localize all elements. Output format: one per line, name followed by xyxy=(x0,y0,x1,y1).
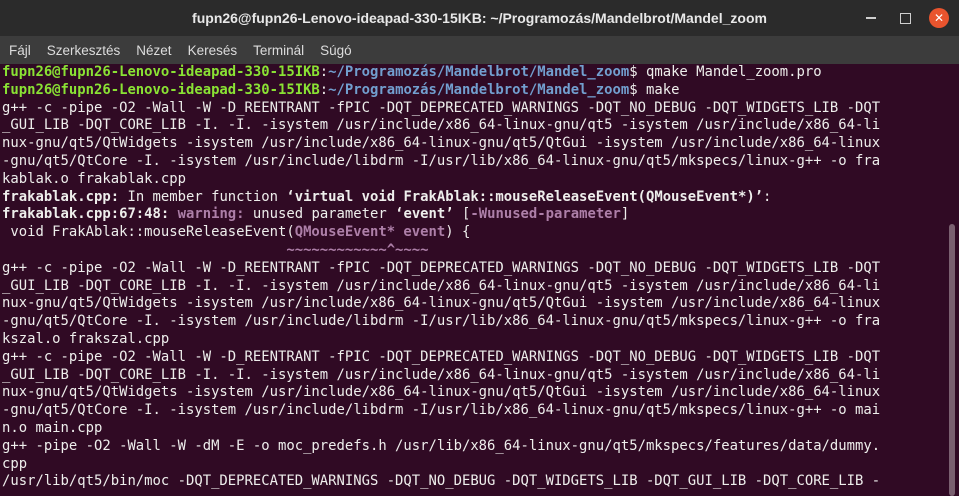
output-line: -gnu/qt5/QtCore -I. -isystem /usr/includ… xyxy=(2,152,881,169)
output-line: nux-gnu/qt5/QtWidgets -isystem /usr/incl… xyxy=(2,384,881,401)
menu-help[interactable]: Súgó xyxy=(311,43,359,58)
message-end: : xyxy=(763,188,772,205)
scrollbar[interactable] xyxy=(946,64,959,496)
output-line: kszal.o frakszal.cpp xyxy=(2,330,170,347)
warning-flag-close: ] xyxy=(620,206,630,223)
title-bar: fupn26@fupn26-Lenovo-ideapad-330-15IKB: … xyxy=(0,0,959,36)
prompt-userhost: fupn26@fupn26-Lenovo-ideapad-330-15IKB xyxy=(2,81,320,98)
output-line: nux-gnu/qt5/QtWidgets -isystem /usr/incl… xyxy=(2,295,881,312)
menu-edit[interactable]: Szerkesztés xyxy=(38,43,128,58)
output-line: g++ -c -pipe -O2 -Wall -W -D_REENTRANT -… xyxy=(2,99,881,116)
prompt-line: fupn26@fupn26-Lenovo-ideapad-330-15IKB:~… xyxy=(0,82,946,100)
menu-terminal[interactable]: Terminál xyxy=(244,43,311,58)
output-line: g++ -c -pipe -O2 -Wall -W -D_REENTRANT -… xyxy=(2,259,881,276)
source-pre: void FrakAblak::mouseReleaseEvent( xyxy=(2,224,295,241)
minimize-icon xyxy=(866,17,876,19)
output-line: kablak.o frakablak.cpp xyxy=(2,170,186,187)
warning-param: ‘event’ xyxy=(395,206,454,223)
terminal-output[interactable]: fupn26@fupn26-Lenovo-ideapad-330-15IKB:~… xyxy=(0,64,946,496)
prompt-userhost: fupn26@fupn26-Lenovo-ideapad-330-15IKB xyxy=(2,64,320,80)
window-title: fupn26@fupn26-Lenovo-ideapad-330-15IKB: … xyxy=(192,10,767,26)
output-line: n.o main.cpp xyxy=(2,419,103,436)
menu-file[interactable]: Fájl xyxy=(0,43,38,58)
caret-marker: ~~~~~~~~~~~~^~~~~ xyxy=(286,241,429,258)
warning-label: warning: xyxy=(169,206,245,223)
warning-flag: -Wunused-parameter xyxy=(470,206,621,223)
message-file: frakablak.cpp: xyxy=(2,188,120,205)
prompt-line: fupn26@fupn26-Lenovo-ideapad-330-15IKB:~… xyxy=(0,64,946,82)
output-line: /usr/lib/qt5/bin/moc -DQT_DEPRECATED_WAR… xyxy=(2,473,881,490)
source-highlight: QMouseEvent* event xyxy=(294,224,446,241)
command-text: $ qmake Mandel_zoom.pro xyxy=(629,64,822,80)
prompt-path: ~/Programozás/Mandelbrot/Mandel_zoom xyxy=(328,81,630,98)
message-function: ‘virtual void FrakAblak::mouseReleaseEve… xyxy=(286,188,764,205)
prompt-colon: : xyxy=(319,81,329,98)
prompt-colon: : xyxy=(319,64,329,80)
warning-flag-open: [ xyxy=(453,206,471,223)
warning-location: frakablak.cpp:67:48: xyxy=(2,206,170,223)
close-icon: ✕ xyxy=(933,11,945,25)
scrollbar-thumb[interactable] xyxy=(949,224,955,496)
source-line: void FrakAblak::mouseReleaseEvent(QMouse… xyxy=(0,224,946,242)
menu-view[interactable]: Nézet xyxy=(127,43,178,58)
menu-search[interactable]: Keresés xyxy=(179,43,245,58)
output-line: nux-gnu/qt5/QtWidgets -isystem /usr/incl… xyxy=(2,135,881,152)
output-line: g++ -c -pipe -O2 -Wall -W -D_REENTRANT -… xyxy=(2,348,881,365)
message-text: In member function xyxy=(119,188,287,205)
output-line: g++ -pipe -O2 -Wall -W -dM -E -o moc_pre… xyxy=(2,437,881,454)
caret-line: ~~~~~~~~~~~~^~~~~ xyxy=(0,242,946,260)
compiler-message: frakablak.cpp: In member function ‘virtu… xyxy=(0,189,946,207)
prompt-path: ~/Programozás/Mandelbrot/Mandel_zoom xyxy=(328,64,630,80)
compiler-warning: frakablak.cpp:67:48: warning: unused par… xyxy=(0,206,946,224)
output-line: _GUI_LIB -DQT_CORE_LIB -I. -I. -isystem … xyxy=(2,277,881,294)
output-line: _GUI_LIB -DQT_CORE_LIB -I. -I. -isystem … xyxy=(2,366,881,383)
maximize-button[interactable] xyxy=(895,8,915,28)
output-line: -gnu/qt5/QtCore -I. -isystem /usr/includ… xyxy=(2,402,881,419)
minimize-button[interactable] xyxy=(861,8,881,28)
output-line: cpp xyxy=(2,455,28,472)
output-line: -gnu/qt5/QtCore -I. -isystem /usr/includ… xyxy=(2,313,881,330)
warning-text: unused parameter xyxy=(244,206,396,223)
output-line: _GUI_LIB -DQT_CORE_LIB -I. -I. -isystem … xyxy=(2,117,881,134)
menu-bar: Fájl Szerkesztés Nézet Keresés Terminál … xyxy=(0,36,959,64)
caret-pad xyxy=(2,242,286,258)
window-controls: ✕ xyxy=(861,8,949,28)
maximize-icon xyxy=(899,12,911,24)
command-text: $ make xyxy=(629,81,680,98)
close-button[interactable]: ✕ xyxy=(929,8,949,28)
source-post: ) { xyxy=(445,224,471,241)
